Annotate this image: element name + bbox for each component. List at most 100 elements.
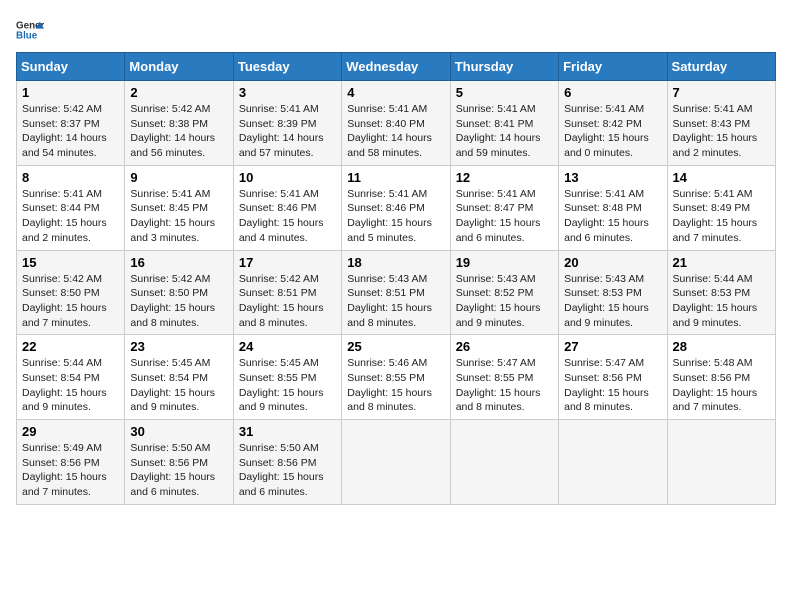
day-number: 31	[239, 424, 336, 439]
day-number: 17	[239, 255, 336, 270]
day-number: 20	[564, 255, 661, 270]
day-info: Sunrise: 5:41 AMSunset: 8:47 PMDaylight:…	[456, 187, 553, 246]
calendar-cell: 27 Sunrise: 5:47 AMSunset: 8:56 PMDayligh…	[559, 335, 667, 420]
day-info: Sunrise: 5:43 AMSunset: 8:52 PMDaylight:…	[456, 272, 553, 331]
calendar-cell: 23 Sunrise: 5:45 AMSunset: 8:54 PMDayligh…	[125, 335, 233, 420]
day-number: 21	[673, 255, 770, 270]
calendar-cell: 24Sunrise: 5:45 AMSunset: 8:55 PMDayligh…	[233, 335, 341, 420]
calendar-cell: 22 Sunrise: 5:44 AMSunset: 8:54 PMDayligh…	[17, 335, 125, 420]
day-info: Sunrise: 5:44 AMSunset: 8:54 PMDaylight:…	[22, 356, 119, 415]
calendar-week-1: 1Sunrise: 5:42 AMSunset: 8:37 PMDaylight…	[17, 81, 776, 166]
day-info: Sunrise: 5:41 AMSunset: 8:49 PMDaylight:…	[673, 187, 770, 246]
day-info: Sunrise: 5:41 AMSunset: 8:45 PMDaylight:…	[130, 187, 227, 246]
day-number: 19	[456, 255, 553, 270]
day-number: 29	[22, 424, 119, 439]
day-info: Sunrise: 5:41 AMSunset: 8:44 PMDaylight:…	[22, 187, 119, 246]
weekday-header-row: SundayMondayTuesdayWednesdayThursdayFrid…	[17, 53, 776, 81]
weekday-tuesday: Tuesday	[233, 53, 341, 81]
calendar-cell	[559, 420, 667, 505]
day-info: Sunrise: 5:42 AMSunset: 8:50 PMDaylight:…	[130, 272, 227, 331]
calendar-cell	[342, 420, 450, 505]
day-number: 12	[456, 170, 553, 185]
day-info: Sunrise: 5:50 AMSunset: 8:56 PMDaylight:…	[239, 441, 336, 500]
day-info: Sunrise: 5:42 AMSunset: 8:50 PMDaylight:…	[22, 272, 119, 331]
calendar-cell: 30 Sunrise: 5:50 AMSunset: 8:56 PMDayligh…	[125, 420, 233, 505]
day-number: 22	[22, 339, 119, 354]
day-number: 26	[456, 339, 553, 354]
day-number: 5	[456, 85, 553, 100]
calendar-week-5: 29 Sunrise: 5:49 AMSunset: 8:56 PMDayligh…	[17, 420, 776, 505]
day-number: 6	[564, 85, 661, 100]
day-info: Sunrise: 5:41 AMSunset: 8:41 PMDaylight:…	[456, 102, 553, 161]
calendar-cell: 20 Sunrise: 5:43 AMSunset: 8:53 PMDayligh…	[559, 250, 667, 335]
calendar-cell: 7Sunrise: 5:41 AMSunset: 8:43 PMDaylight…	[667, 81, 775, 166]
day-number: 16	[130, 255, 227, 270]
calendar-cell: 3Sunrise: 5:41 AMSunset: 8:39 PMDaylight…	[233, 81, 341, 166]
day-number: 9	[130, 170, 227, 185]
day-info: Sunrise: 5:41 AMSunset: 8:43 PMDaylight:…	[673, 102, 770, 161]
day-info: Sunrise: 5:42 AMSunset: 8:38 PMDaylight:…	[130, 102, 227, 161]
day-number: 3	[239, 85, 336, 100]
day-info: Sunrise: 5:41 AMSunset: 8:46 PMDaylight:…	[347, 187, 444, 246]
day-info: Sunrise: 5:42 AMSunset: 8:51 PMDaylight:…	[239, 272, 336, 331]
calendar-cell: 19 Sunrise: 5:43 AMSunset: 8:52 PMDayligh…	[450, 250, 558, 335]
day-info: Sunrise: 5:41 AMSunset: 8:48 PMDaylight:…	[564, 187, 661, 246]
calendar-cell	[450, 420, 558, 505]
day-info: Sunrise: 5:50 AMSunset: 8:56 PMDaylight:…	[130, 441, 227, 500]
day-info: Sunrise: 5:47 AMSunset: 8:56 PMDaylight:…	[564, 356, 661, 415]
day-number: 14	[673, 170, 770, 185]
day-number: 27	[564, 339, 661, 354]
calendar-cell: 2 Sunrise: 5:42 AMSunset: 8:38 PMDaylight…	[125, 81, 233, 166]
calendar-cell: 6 Sunrise: 5:41 AMSunset: 8:42 PMDaylight…	[559, 81, 667, 166]
calendar-cell: 11 Sunrise: 5:41 AMSunset: 8:46 PMDayligh…	[342, 165, 450, 250]
calendar-week-3: 15Sunrise: 5:42 AMSunset: 8:50 PMDayligh…	[17, 250, 776, 335]
day-info: Sunrise: 5:41 AMSunset: 8:42 PMDaylight:…	[564, 102, 661, 161]
day-number: 23	[130, 339, 227, 354]
calendar-cell: 5 Sunrise: 5:41 AMSunset: 8:41 PMDaylight…	[450, 81, 558, 166]
calendar-cell: 26 Sunrise: 5:47 AMSunset: 8:55 PMDayligh…	[450, 335, 558, 420]
day-info: Sunrise: 5:46 AMSunset: 8:55 PMDaylight:…	[347, 356, 444, 415]
day-number: 4	[347, 85, 444, 100]
calendar-cell: 21 Sunrise: 5:44 AMSunset: 8:53 PMDayligh…	[667, 250, 775, 335]
weekday-friday: Friday	[559, 53, 667, 81]
day-info: Sunrise: 5:44 AMSunset: 8:53 PMDaylight:…	[673, 272, 770, 331]
calendar-cell: 13 Sunrise: 5:41 AMSunset: 8:48 PMDayligh…	[559, 165, 667, 250]
day-number: 28	[673, 339, 770, 354]
calendar-cell	[667, 420, 775, 505]
day-number: 18	[347, 255, 444, 270]
day-number: 13	[564, 170, 661, 185]
calendar-body: 1Sunrise: 5:42 AMSunset: 8:37 PMDaylight…	[17, 81, 776, 505]
weekday-wednesday: Wednesday	[342, 53, 450, 81]
day-number: 30	[130, 424, 227, 439]
calendar-cell: 29 Sunrise: 5:49 AMSunset: 8:56 PMDayligh…	[17, 420, 125, 505]
day-info: Sunrise: 5:41 AMSunset: 8:40 PMDaylight:…	[347, 102, 444, 161]
calendar-cell: 12 Sunrise: 5:41 AMSunset: 8:47 PMDayligh…	[450, 165, 558, 250]
day-number: 8	[22, 170, 119, 185]
calendar-cell: 16 Sunrise: 5:42 AMSunset: 8:50 PMDayligh…	[125, 250, 233, 335]
svg-text:Blue: Blue	[16, 30, 38, 41]
calendar-cell: 25 Sunrise: 5:46 AMSunset: 8:55 PMDayligh…	[342, 335, 450, 420]
calendar-cell: 14 Sunrise: 5:41 AMSunset: 8:49 PMDayligh…	[667, 165, 775, 250]
day-info: Sunrise: 5:43 AMSunset: 8:51 PMDaylight:…	[347, 272, 444, 331]
day-number: 25	[347, 339, 444, 354]
day-info: Sunrise: 5:43 AMSunset: 8:53 PMDaylight:…	[564, 272, 661, 331]
day-info: Sunrise: 5:47 AMSunset: 8:55 PMDaylight:…	[456, 356, 553, 415]
calendar-cell: 17 Sunrise: 5:42 AMSunset: 8:51 PMDayligh…	[233, 250, 341, 335]
day-number: 2	[130, 85, 227, 100]
day-number: 10	[239, 170, 336, 185]
calendar-cell: 1Sunrise: 5:42 AMSunset: 8:37 PMDaylight…	[17, 81, 125, 166]
weekday-sunday: Sunday	[17, 53, 125, 81]
day-info: Sunrise: 5:49 AMSunset: 8:56 PMDaylight:…	[22, 441, 119, 500]
day-info: Sunrise: 5:42 AMSunset: 8:37 PMDaylight:…	[22, 102, 119, 161]
day-number: 11	[347, 170, 444, 185]
calendar-cell: 28 Sunrise: 5:48 AMSunset: 8:56 PMDayligh…	[667, 335, 775, 420]
logo-icon: General Blue	[16, 16, 44, 44]
day-info: Sunrise: 5:41 AMSunset: 8:46 PMDaylight:…	[239, 187, 336, 246]
calendar-week-2: 8 Sunrise: 5:41 AMSunset: 8:44 PMDaylight…	[17, 165, 776, 250]
calendar-cell: 31 Sunrise: 5:50 AMSunset: 8:56 PMDayligh…	[233, 420, 341, 505]
calendar-cell: 15Sunrise: 5:42 AMSunset: 8:50 PMDayligh…	[17, 250, 125, 335]
day-info: Sunrise: 5:48 AMSunset: 8:56 PMDaylight:…	[673, 356, 770, 415]
day-number: 24	[239, 339, 336, 354]
page-header: General Blue	[16, 16, 776, 44]
day-info: Sunrise: 5:45 AMSunset: 8:54 PMDaylight:…	[130, 356, 227, 415]
